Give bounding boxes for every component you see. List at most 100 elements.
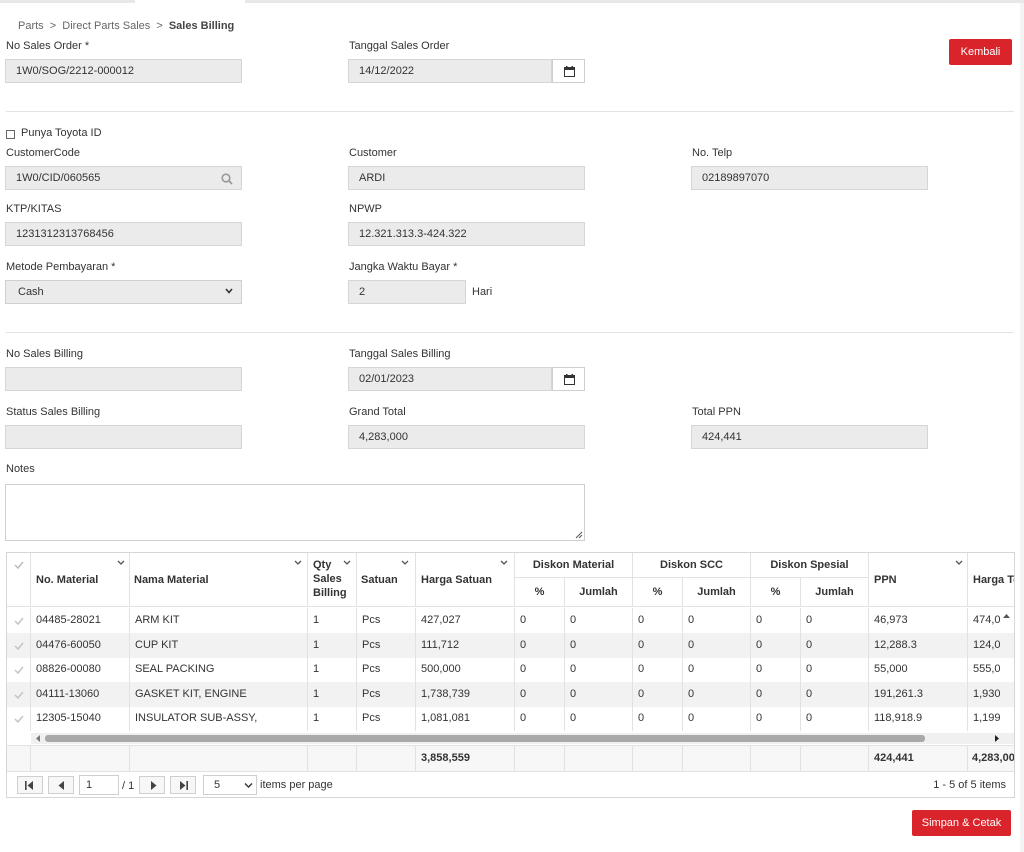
resize-grip-icon[interactable]	[575, 531, 583, 539]
scroll-right-arrow-icon[interactable]	[994, 735, 1000, 742]
chevron-down-icon[interactable]	[294, 560, 302, 566]
column-header-harga-total[interactable]: Harga To	[968, 553, 1014, 607]
tanggal-sales-billing-field[interactable]: 02/01/2023	[348, 367, 552, 391]
breadcrumb-direct-parts-sales[interactable]: Direct Parts Sales	[62, 20, 150, 32]
no-sales-billing-field[interactable]	[5, 367, 242, 391]
first-page-button[interactable]	[17, 776, 43, 794]
column-header-qty-sales-billing[interactable]: Qty Sales Billing	[308, 553, 357, 607]
chevron-down-icon[interactable]	[117, 560, 125, 566]
cell-nama-material: CUP KIT	[130, 632, 308, 658]
metode-pembayaran-select[interactable]: Cash	[5, 280, 242, 304]
chevron-down-icon[interactable]	[401, 560, 409, 566]
cell-qty: 1	[308, 608, 357, 633]
table-row[interactable]: 04111-13060 GASKET KIT, ENGINE 1 Pcs 1,738,7…	[7, 681, 1014, 707]
search-icon[interactable]	[221, 173, 233, 185]
column-header-pct[interactable]: %	[751, 578, 801, 607]
previous-page-button[interactable]	[48, 776, 74, 794]
column-header-jumlah[interactable]: Jumlah	[683, 578, 751, 607]
row-select-cell[interactable]	[7, 608, 31, 633]
customer-code-field[interactable]: 1W0/CID/060565	[5, 166, 242, 190]
scroll-up-arrow-icon[interactable]	[1003, 613, 1010, 619]
cell-ppn: 46,973	[869, 608, 968, 633]
kembali-button[interactable]: Kembali	[949, 39, 1012, 65]
cell-diskon-spesial-jumlah: 0	[801, 608, 869, 633]
footer-cell	[308, 746, 357, 771]
chevron-down-icon[interactable]	[343, 560, 351, 566]
no-sales-order-field[interactable]: 1W0/SOG/2212-000012	[5, 59, 242, 83]
column-header-label: Nama Material	[134, 574, 209, 586]
page-of-label: / 1	[122, 780, 135, 792]
materials-grid: No. Material Nama Material Qty Sales Bil…	[6, 552, 1015, 798]
column-header-no-material[interactable]: No. Material	[31, 553, 130, 607]
row-select-cell[interactable]	[7, 632, 31, 658]
footer-harga-total: 4,283,00	[972, 752, 1014, 764]
punya-toyota-id-label: Punya Toyota ID	[21, 127, 102, 139]
page-number-input[interactable]: 1	[79, 775, 119, 795]
row-select-cell[interactable]	[7, 681, 31, 707]
npwp-field[interactable]: 12.321.313.3-424.322	[348, 222, 585, 246]
select-all-header[interactable]	[7, 553, 31, 607]
table-row[interactable]: 04485-28021 ARM KIT 1 Pcs 427,027 0 0 0 0 0 0 46,97…	[7, 608, 1014, 633]
chevron-down-icon	[225, 288, 233, 294]
column-header-ppn[interactable]: PPN	[869, 553, 968, 607]
ktp-field[interactable]: 1231312313768456	[5, 222, 242, 246]
divider	[6, 111, 1014, 112]
status-sales-billing-label: Status Sales Billing	[6, 406, 101, 418]
cell-diskon-material-jumlah: 0	[565, 632, 633, 658]
tanggal-sales-order-label: Tanggal Sales Order	[349, 40, 450, 52]
customer-field[interactable]: ARDI	[348, 166, 585, 190]
column-header-harga-satuan[interactable]: Harga Satuan	[416, 553, 515, 607]
cell-diskon-material-pct: 0	[515, 681, 565, 707]
total-ppn-field[interactable]: 424,441	[691, 425, 928, 449]
checkmark-icon	[14, 642, 24, 650]
cell-satuan: Pcs	[357, 608, 416, 633]
customer-code-label: CustomerCode	[6, 147, 80, 159]
cell-ppn: 118,918.9	[869, 706, 968, 731]
cell-satuan: Pcs	[357, 657, 416, 682]
breadcrumb-parts[interactable]: Parts	[18, 20, 44, 32]
metode-pembayaran-label: Metode Pembayaran *	[6, 261, 116, 273]
scroll-left-arrow-icon[interactable]	[35, 735, 41, 742]
checkmark-icon	[14, 715, 24, 723]
column-header-label: Harga Satuan	[421, 574, 492, 586]
tanggal-sales-order-field[interactable]: 14/12/2022	[348, 59, 552, 83]
cell-diskon-material-pct: 0	[515, 706, 565, 731]
simpan-cetak-button[interactable]: Simpan & Cetak	[912, 810, 1011, 836]
telp-field[interactable]: 02189897070	[691, 166, 928, 190]
calendar-button[interactable]	[552, 59, 585, 83]
chevron-down-icon[interactable]	[500, 560, 508, 566]
notes-textarea[interactable]	[5, 484, 585, 541]
table-row[interactable]: 04476-60050 CUP KIT 1 Pcs 111,712 0 0 0 0 0 0 12,28…	[7, 632, 1014, 658]
row-select-cell[interactable]	[7, 706, 31, 731]
cell-harga-total: 1,199	[973, 712, 1001, 724]
column-header-satuan[interactable]: Satuan	[357, 553, 416, 607]
sales-billing-page: Parts > Direct Parts Sales > Sales Billi…	[0, 3, 1020, 852]
column-header-jumlah[interactable]: Jumlah	[565, 578, 633, 607]
cell-diskon-scc-jumlah: 0	[683, 608, 751, 633]
footer-ppn-total: 424,441	[869, 746, 968, 771]
calendar-button[interactable]	[552, 367, 585, 391]
table-row[interactable]: 12305-15040 INSULATOR SUB-ASSY, 1 Pcs 1,081,…	[7, 706, 1014, 731]
next-page-button[interactable]	[139, 776, 165, 794]
cell-diskon-scc-pct: 0	[633, 632, 683, 658]
column-header-nama-material[interactable]: Nama Material	[130, 553, 308, 607]
punya-toyota-id-checkbox[interactable]	[6, 130, 15, 139]
column-header-label: Billing	[313, 587, 347, 599]
column-header-jumlah[interactable]: Jumlah	[801, 578, 869, 607]
status-sales-billing-field[interactable]	[5, 425, 242, 449]
cell-diskon-material-pct: 0	[515, 632, 565, 658]
last-page-button[interactable]	[170, 776, 196, 794]
first-page-icon	[25, 781, 33, 790]
cell-harga-total: 1,930	[973, 687, 1001, 700]
page-size-select[interactable]: 5	[203, 775, 257, 795]
horizontal-scrollbar[interactable]	[31, 733, 1014, 744]
jangka-waktu-field[interactable]: 2	[348, 280, 466, 304]
cell-diskon-material-jumlah: 0	[565, 608, 633, 633]
column-header-pct[interactable]: %	[633, 578, 683, 607]
grand-total-field[interactable]: 4,283,000	[348, 425, 585, 449]
chevron-down-icon[interactable]	[955, 560, 963, 566]
scrollbar-thumb[interactable]	[45, 735, 925, 742]
column-header-pct[interactable]: %	[515, 578, 565, 607]
table-row[interactable]: 08826-00080 SEAL PACKING 1 Pcs 500,000 0 0 0 0 0 0…	[7, 657, 1014, 682]
row-select-cell[interactable]	[7, 657, 31, 682]
